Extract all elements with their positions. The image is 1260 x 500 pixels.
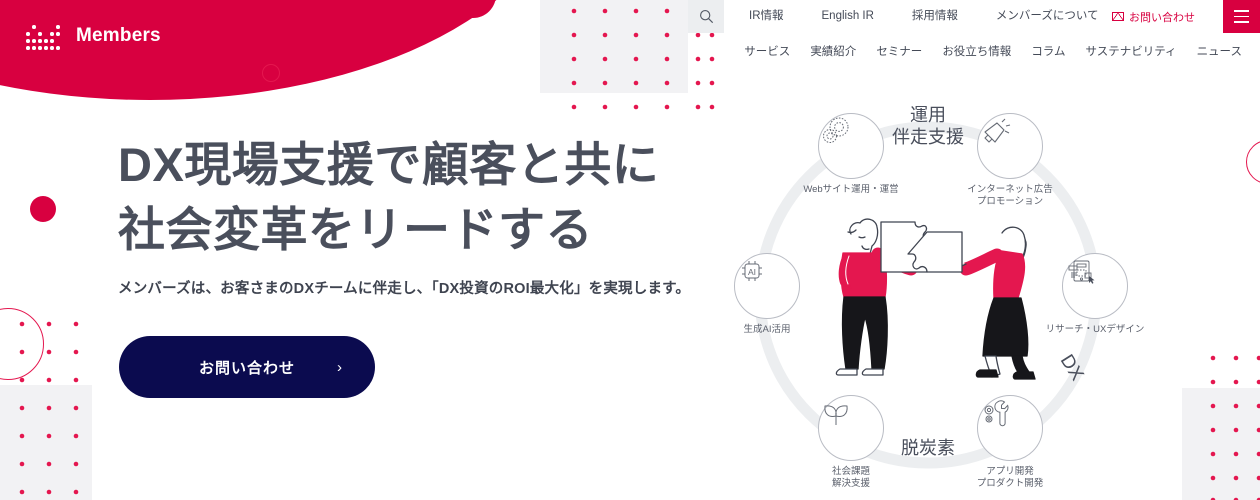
node-social[interactable]: 社会課題 解決支援 xyxy=(796,395,906,490)
nav-item-case-studies[interactable]: 実績紹介 xyxy=(800,43,866,59)
gears-icon-wrap xyxy=(818,113,884,179)
node-app[interactable]: アプリ開発 プロダクト開発 xyxy=(955,395,1065,490)
search-icon xyxy=(699,9,714,24)
secondary-nav: サービス 実績紹介 セミナー お役立ち情報 コラム サステナビリティ ニュース xyxy=(0,38,1260,63)
nav-item-sustainability[interactable]: サステナビリティ xyxy=(1075,43,1186,59)
dot-grid-right xyxy=(1210,355,1260,500)
nav-item-about[interactable]: メンバーズについて xyxy=(977,0,1118,33)
hero-page: Members IR情報 English IR 採用情報 メンバーズについて お… xyxy=(0,0,1260,500)
primary-nav: IR情報 English IR 採用情報 メンバーズについて xyxy=(730,0,1118,33)
svg-text:AI: AI xyxy=(748,267,756,277)
node-research[interactable]: リサーチ・UXデザイン xyxy=(1035,253,1155,336)
gray-panel-left xyxy=(0,385,92,500)
node-social-caption: 社会課題 解決支援 xyxy=(831,466,870,490)
nav-item-seminar[interactable]: セミナー xyxy=(866,43,932,59)
hero-subheading: メンバーズは、お客さまのDXチームに伴走し、「DX投資のROI最大化」を実現しま… xyxy=(118,281,691,297)
node-ads-caption: インターネット広告 プロモーション xyxy=(967,184,1053,208)
search-button[interactable] xyxy=(688,0,724,33)
hamburger-menu-icon[interactable] xyxy=(1223,0,1260,33)
mail-icon xyxy=(1112,12,1124,21)
red-dot-decoration xyxy=(30,196,56,222)
nav-item-ir[interactable]: IR情報 xyxy=(730,0,803,33)
chevron-right-icon: › xyxy=(337,358,343,376)
nav-item-english-ir[interactable]: English IR xyxy=(803,0,893,33)
nav-item-column[interactable]: コラム xyxy=(1021,43,1075,59)
wrench-icon xyxy=(984,400,1009,427)
megaphone-icon xyxy=(984,118,1011,143)
node-app-caption: アプリ開発 プロダクト開発 xyxy=(976,466,1044,490)
two-people-puzzle-illustration xyxy=(835,218,1036,380)
wireframe-icon xyxy=(1068,260,1095,284)
nav-item-news[interactable]: ニュース xyxy=(1187,43,1252,59)
node-website-caption: Webサイト運用・運営 xyxy=(803,184,899,195)
megaphone-icon-wrap xyxy=(977,113,1043,179)
ai-chip-icon-wrap: AI xyxy=(734,253,800,319)
page-title: DX現場支援で顧客と共に 社会変革をリードする xyxy=(118,138,660,256)
ring-decoration-right xyxy=(1246,140,1260,184)
dot-grid-left xyxy=(19,321,79,495)
wireframe-icon-wrap xyxy=(1062,253,1128,319)
node-ads[interactable]: インターネット広告 プロモーション xyxy=(955,113,1065,208)
nav-item-service[interactable]: サービス xyxy=(734,43,800,59)
leaf-icon-wrap xyxy=(818,395,884,461)
nav-item-useful-info[interactable]: お役立ち情報 xyxy=(932,43,1021,59)
gray-panel-right xyxy=(1182,388,1260,500)
node-ai-caption: 生成AI活用 xyxy=(743,324,791,335)
header-contact-link[interactable]: お問い合わせ xyxy=(1112,0,1195,33)
ring-decoration-small xyxy=(262,64,280,82)
header-contact-label: お問い合わせ xyxy=(1129,11,1195,24)
ring-decoration-left xyxy=(0,308,44,380)
cta-label: お問い合わせ xyxy=(198,359,295,377)
service-circle-diagram: 運用 伴走支援 脱炭素 DX Webサイト運用・運営 インターネット広告 プロモ… xyxy=(700,95,1180,500)
leaf-icon xyxy=(824,405,848,425)
contact-cta-button[interactable]: お問い合わせ › xyxy=(119,336,375,398)
gears-icon xyxy=(823,117,849,143)
nav-item-recruit[interactable]: 採用情報 xyxy=(893,0,977,33)
node-research-caption: リサーチ・UXデザイン xyxy=(1045,324,1145,335)
ai-chip-icon: AI xyxy=(742,261,762,281)
wrench-icon-wrap xyxy=(977,395,1043,461)
node-website[interactable]: Webサイト運用・運営 xyxy=(796,113,906,196)
node-ai[interactable]: AI 生成AI活用 xyxy=(712,253,822,336)
red-circle-decoration xyxy=(450,0,496,18)
